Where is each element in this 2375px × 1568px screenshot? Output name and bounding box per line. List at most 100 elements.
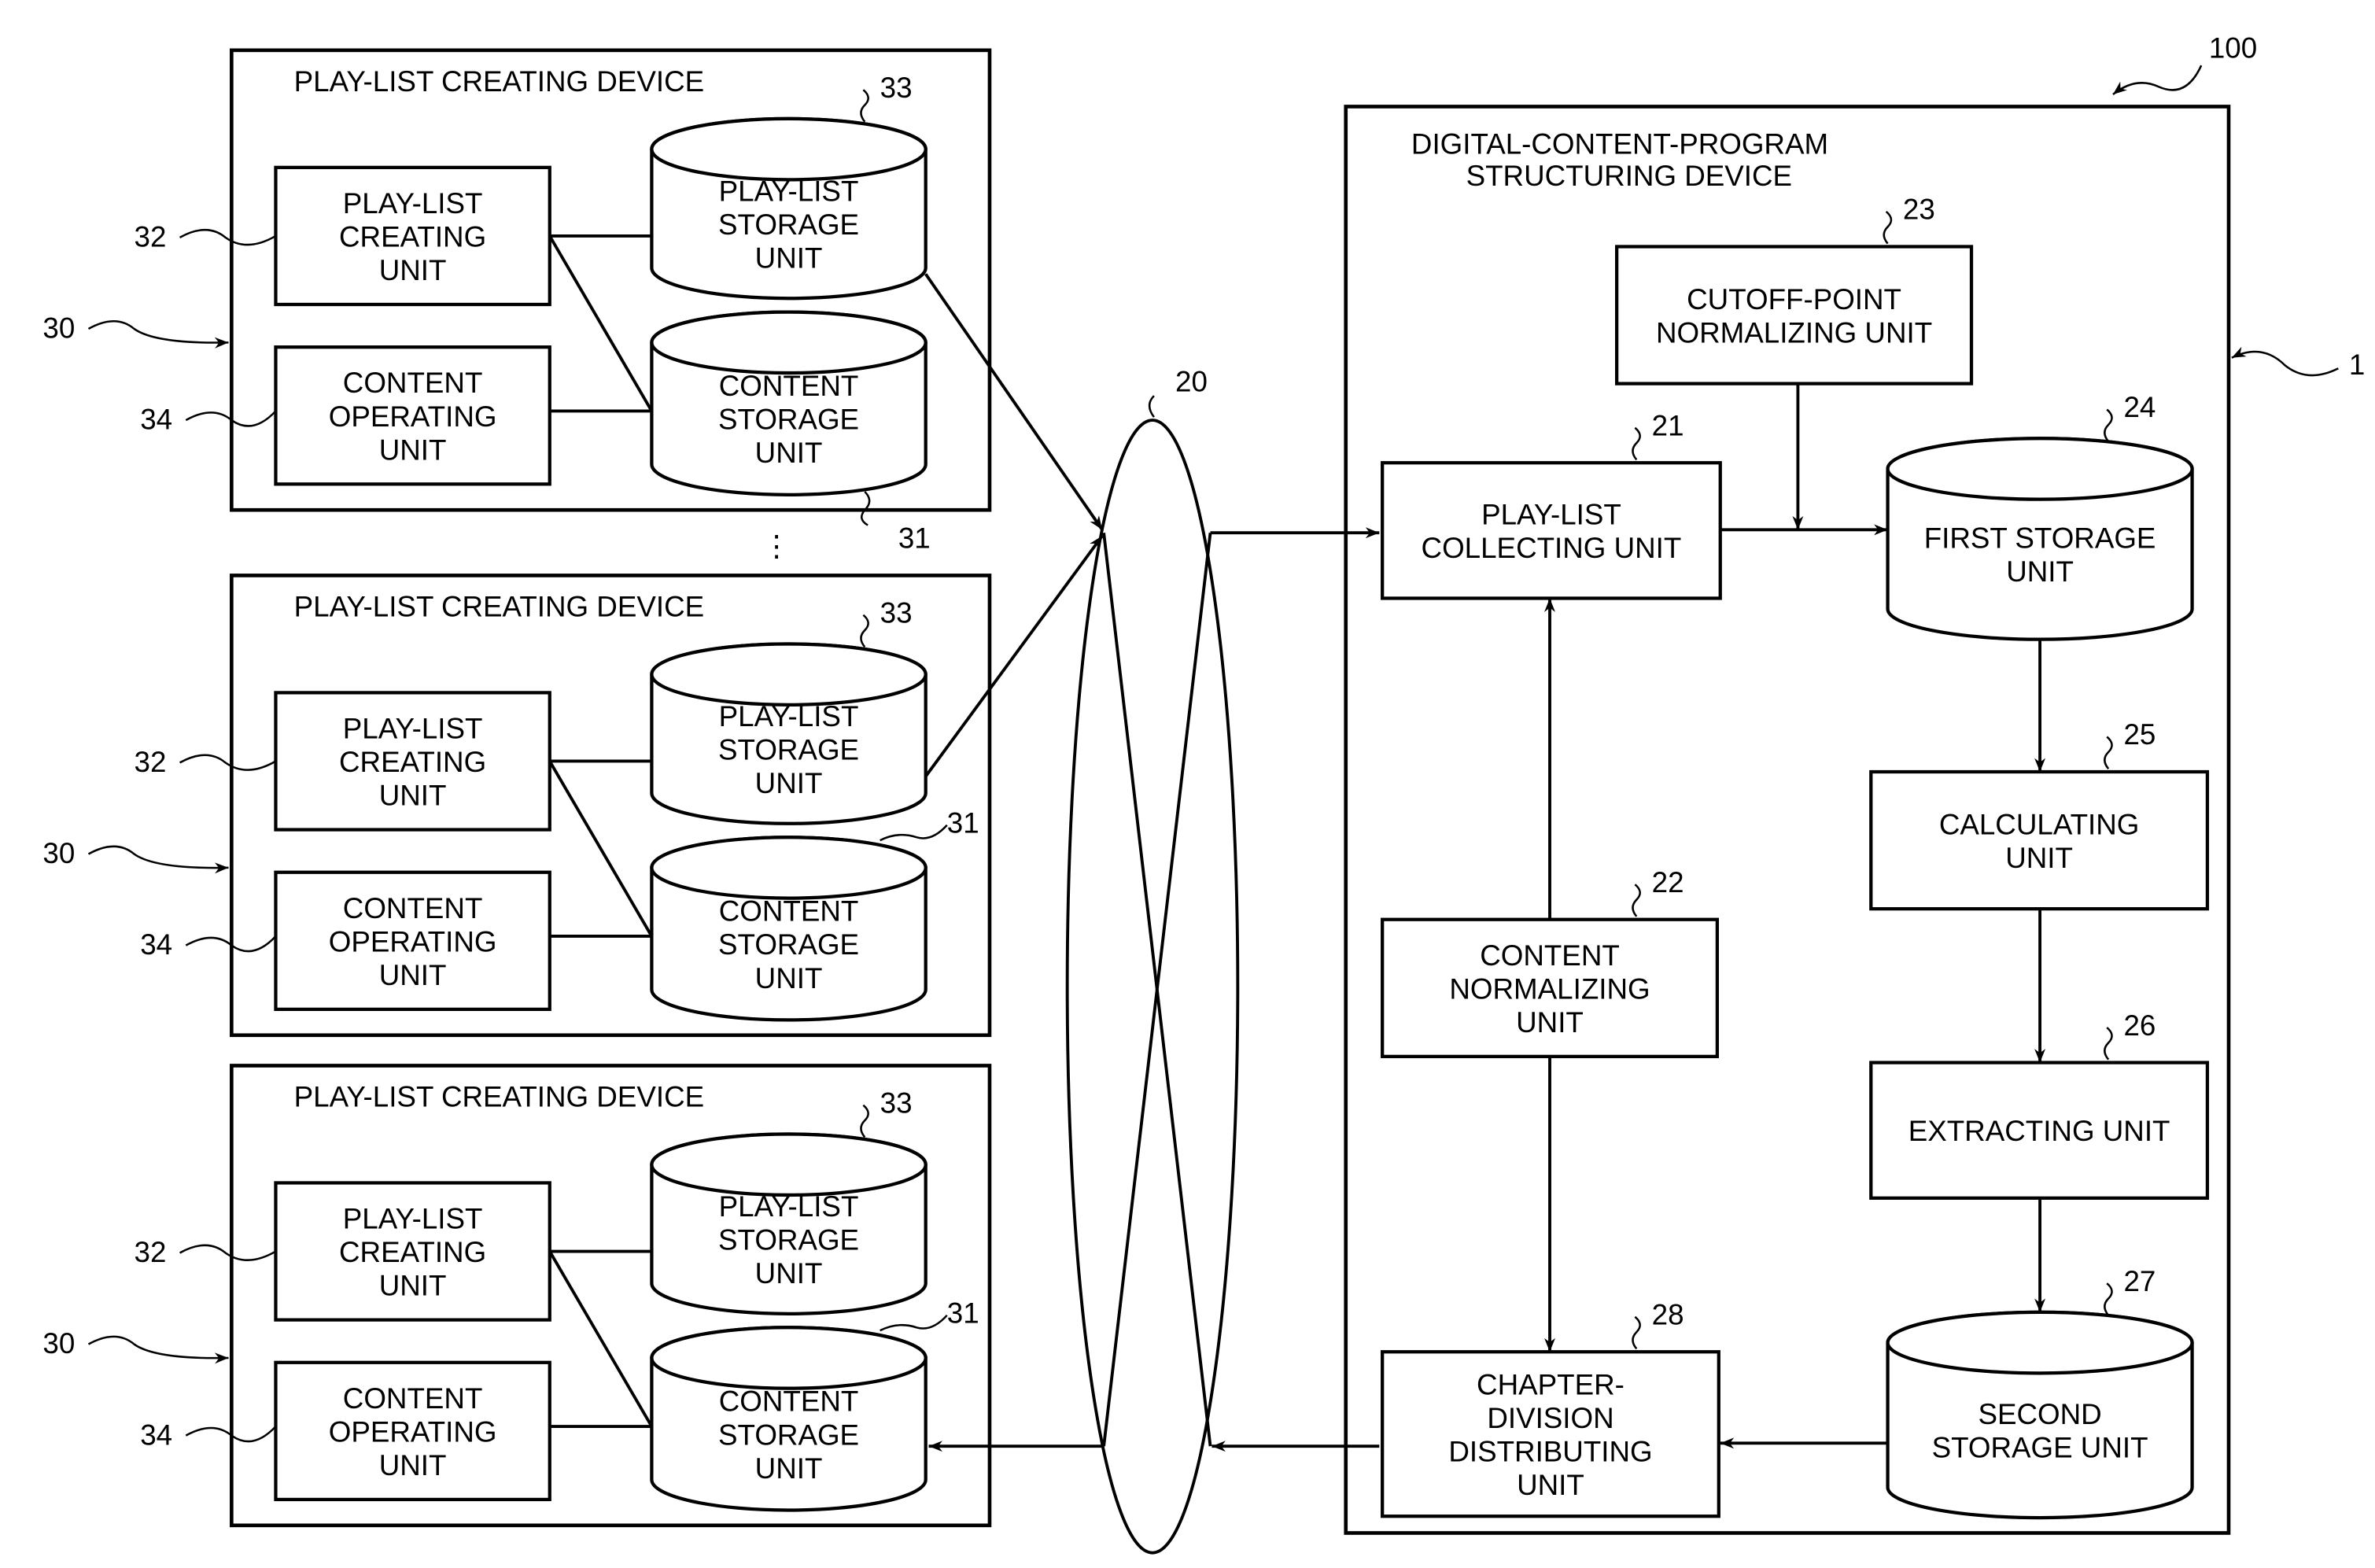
cutoff-point-normalizing-unit-label-line: NORMALIZING UNIT xyxy=(1656,316,1932,349)
ref-leader-23 xyxy=(1883,210,1893,245)
content-storage-unit: CONTENTSTORAGEUNIT xyxy=(650,836,928,1022)
device-title: PLAY-LIST CREATING DEVICE xyxy=(294,65,704,98)
play-list-storage-unit-label-line: UNIT xyxy=(755,767,823,799)
ref-leader-22 xyxy=(1632,884,1641,917)
play-list-creating-unit-label-line: CREATING xyxy=(339,746,486,778)
content-storage-unit-label-line: CONTENT xyxy=(719,1385,859,1418)
ref-leader-32 xyxy=(179,1244,277,1261)
content-storage-unit-label-line: UNIT xyxy=(755,437,823,469)
structuring-device-title-line1: DIGITAL-CONTENT-PROGRAM xyxy=(1411,127,1828,160)
ref-leader-21 xyxy=(1632,426,1641,461)
content-operating-unit-label-line: OPERATING xyxy=(329,925,497,957)
first-storage-unit-top xyxy=(1886,437,2194,501)
play-list-creating-unit-label-line: UNIT xyxy=(379,780,447,812)
play-list-storage-unit-label-line: PLAY-LIST xyxy=(719,700,859,732)
play-list-creating-unit-label-line: PLAY-LIST xyxy=(343,1203,483,1235)
play-list-creating-unit-label-line: PLAY-LIST xyxy=(343,712,483,744)
content-storage-unit-label-line: STORAGE xyxy=(718,928,859,961)
ref-leader-30 xyxy=(87,1335,229,1364)
chapter-division-distributing-unit: CHAPTER-DIVISIONDISTRIBUTINGUNIT xyxy=(1381,1350,1720,1518)
content-operating-unit: CONTENTOPERATINGUNIT xyxy=(274,870,551,1012)
content-storage-unit-label-line: STORAGE xyxy=(718,404,859,436)
ref-leader-25 xyxy=(2104,736,2113,769)
ref-leader-33 xyxy=(860,614,869,648)
content-operating-unit-label-line: UNIT xyxy=(379,959,447,991)
content-storage-unit-top xyxy=(650,836,928,900)
ref-leader-31 xyxy=(880,1314,948,1332)
cutoff-point-normalizing-unit-label-line: CUTOFF-POINT xyxy=(1687,283,1901,315)
play-list-storage-unit-label-line: PLAY-LIST xyxy=(719,1190,859,1223)
ref-32: 32 xyxy=(135,1236,167,1268)
structuring-device: DIGITAL-CONTENT-PROGRAM STRUCTURING DEVI… xyxy=(1344,32,2365,1535)
content-operating-unit-label-line: CONTENT xyxy=(343,367,483,399)
ref-27: 27 xyxy=(2123,1265,2156,1297)
ref-21: 21 xyxy=(1652,409,1684,441)
extracting-unit: EXTRACTING UNIT xyxy=(1869,1061,2210,1200)
ref-31: 31 xyxy=(947,1297,979,1329)
content-operating-unit-label-line: OPERATING xyxy=(329,400,497,433)
ref-34: 34 xyxy=(140,1419,172,1451)
content-storage-unit-label-line: CONTENT xyxy=(719,370,859,402)
content-operating-unit-label-line: UNIT xyxy=(379,434,447,466)
ref-30: 30 xyxy=(42,1327,75,1360)
ref-25: 25 xyxy=(2123,718,2156,751)
second-storage-unit-top xyxy=(1886,1310,2194,1375)
content-normalizing-unit: CONTENTNORMALIZINGUNIT xyxy=(1381,917,1719,1058)
ref-30: 30 xyxy=(42,312,75,345)
first-storage-unit: FIRST STORAGEUNIT xyxy=(1886,437,2194,641)
ref-32: 32 xyxy=(135,220,167,253)
play-list-storage-unit-label-line: STORAGE xyxy=(718,1224,859,1256)
ref-leader-32 xyxy=(179,754,277,771)
extracting-unit-label-line: EXTRACTING UNIT xyxy=(1908,1115,2170,1147)
content-storage-unit-label-line: UNIT xyxy=(755,962,823,994)
calculating-unit-label-line: UNIT xyxy=(2005,842,2073,874)
play-list-storage-unit-top xyxy=(650,642,928,707)
ref-22: 22 xyxy=(1652,866,1684,898)
calculating-unit: CALCULATINGUNIT xyxy=(1869,769,2210,911)
structuring-device-units: PLAY-LISTCOLLECTING UNIT21CONTENTNORMALI… xyxy=(1381,194,2210,1520)
play-list-storage-unit-label-line: UNIT xyxy=(755,242,823,275)
play-list-creating-unit-label-line: CREATING xyxy=(339,220,486,253)
link-creating-to-content-storage xyxy=(548,234,654,412)
content-operating-unit: CONTENTOPERATINGUNIT xyxy=(274,1360,551,1502)
ref-26: 26 xyxy=(2123,1009,2156,1042)
play-list-storage-unit-label-line: PLAY-LIST xyxy=(719,175,859,207)
play-list-storage-unit: PLAY-LISTSTORAGEUNIT xyxy=(650,642,928,825)
content-normalizing-unit-label-line: UNIT xyxy=(1516,1006,1584,1039)
arrow-device1-to-network xyxy=(924,273,1104,531)
ref-31: 31 xyxy=(947,806,979,839)
play-list-storage-unit: PLAY-LISTSTORAGEUNIT xyxy=(650,116,928,301)
play-list-creating-unit-label-line: PLAY-LIST xyxy=(343,187,483,220)
structuring-device-title-line2: STRUCTURING DEVICE xyxy=(1466,160,1792,192)
system-block-diagram: PLAY-LIST CREATING DEVICEPLAY-LISTCREATI… xyxy=(42,32,2365,1555)
link-creating-to-content-storage xyxy=(548,760,654,937)
play-list-creating-unit: PLAY-LISTCREATINGUNIT xyxy=(274,1181,551,1322)
chapter-division-distributing-unit-label-line: UNIT xyxy=(1517,1469,1584,1501)
second-storage-unit: SECONDSTORAGE UNIT xyxy=(1886,1310,2194,1520)
content-storage-unit-top xyxy=(650,310,928,375)
play-list-creating-devices: PLAY-LIST CREATING DEVICEPLAY-LISTCREATI… xyxy=(42,48,992,1528)
ref-33: 33 xyxy=(880,596,913,629)
play-list-creating-unit-label-line: UNIT xyxy=(379,1270,447,1302)
chapter-division-distributing-unit-label-line: CHAPTER- xyxy=(1477,1368,1625,1400)
ref-leader-100 xyxy=(2112,65,2203,95)
network: 20 xyxy=(1065,365,1240,1555)
ref-100: 100 xyxy=(2209,32,2257,65)
chapter-division-distributing-unit-label-line: DIVISION xyxy=(1487,1402,1613,1434)
content-storage-unit-top xyxy=(650,1326,928,1390)
play-list-creating-unit: PLAY-LISTCREATINGUNIT xyxy=(274,165,551,307)
play-list-creating-device: PLAY-LIST CREATING DEVICEPLAY-LISTCREATI… xyxy=(42,1064,992,1528)
content-storage-unit: CONTENTSTORAGEUNIT xyxy=(650,1326,928,1512)
content-storage-unit-label-line: STORAGE xyxy=(718,1419,859,1451)
ref-leader-32 xyxy=(179,229,277,246)
ref-leader-20 xyxy=(1148,395,1155,418)
calculating-unit-label-line: CALCULATING xyxy=(1939,808,2140,840)
content-operating-unit-label-line: CONTENT xyxy=(343,892,483,924)
play-list-storage-unit-label-line: UNIT xyxy=(755,1257,823,1289)
network-ellipse xyxy=(1065,419,1240,1555)
content-operating-unit-label-line: UNIT xyxy=(379,1449,447,1481)
ref-23: 23 xyxy=(1903,194,1935,226)
play-list-creating-unit: PLAY-LISTCREATINGUNIT xyxy=(274,691,551,832)
content-normalizing-unit-label-line: CONTENT xyxy=(1480,939,1620,972)
play-list-creating-device: PLAY-LIST CREATING DEVICEPLAY-LISTCREATI… xyxy=(42,574,992,1038)
